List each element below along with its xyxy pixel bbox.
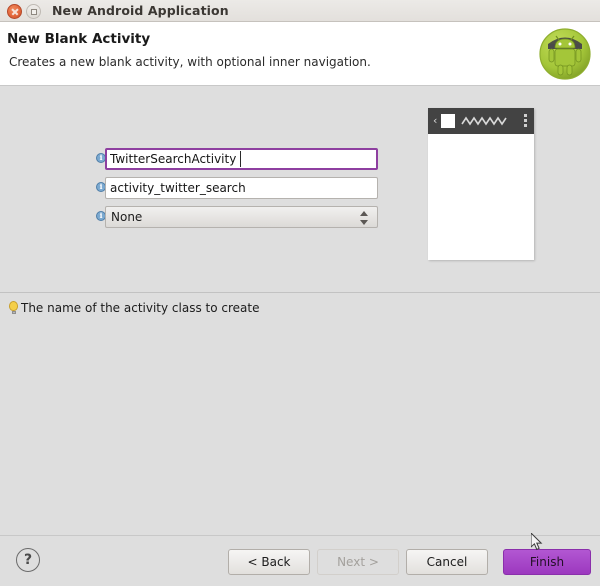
back-button[interactable]: < Back [228, 549, 310, 575]
title-bar: New Android Application [0, 0, 600, 22]
layout-name-input[interactable] [105, 177, 378, 199]
new-android-application-dialog: New Android Application New Blank Activi… [0, 0, 600, 586]
next-button: Next > [317, 549, 399, 575]
preview-content-area [428, 134, 534, 260]
lightbulb-icon [8, 301, 19, 315]
page-subtitle: Creates a new blank activity, with optio… [9, 55, 371, 69]
text-caret [240, 151, 241, 167]
hint-text: The name of the activity class to create [21, 301, 260, 315]
hint-bar: The name of the activity class to create [0, 292, 600, 322]
dialog-body: Activity Name Layout Name Navigation Typ… [0, 86, 600, 292]
app-icon [441, 114, 455, 128]
spinner-arrows-icon[interactable] [360, 210, 369, 226]
mouse-pointer [531, 533, 543, 551]
activity-preview: ‹ [428, 108, 534, 260]
finish-button[interactable]: Finish [503, 549, 591, 575]
navigation-type-dropdown[interactable]: None [105, 206, 378, 228]
android-robot-icon [539, 28, 591, 80]
help-button[interactable]: ? [16, 548, 40, 572]
dialog-header: New Blank Activity Creates a new blank a… [0, 22, 600, 86]
dialog-button-bar: ? < Back Next > Cancel Finish [0, 535, 600, 586]
activity-name-input[interactable] [105, 148, 378, 170]
close-icon[interactable] [7, 4, 22, 19]
cancel-button[interactable]: Cancel [406, 549, 488, 575]
preview-action-bar: ‹ [428, 108, 534, 134]
empty-area [0, 322, 600, 535]
navigation-type-value: None [111, 210, 143, 224]
overflow-menu-icon[interactable] [524, 114, 527, 128]
page-title: New Blank Activity [7, 31, 151, 47]
back-chevron-icon: ‹ [433, 114, 438, 127]
zigzag-title-placeholder [461, 116, 507, 126]
maximize-icon[interactable] [26, 4, 41, 19]
window-title: New Android Application [52, 3, 229, 18]
